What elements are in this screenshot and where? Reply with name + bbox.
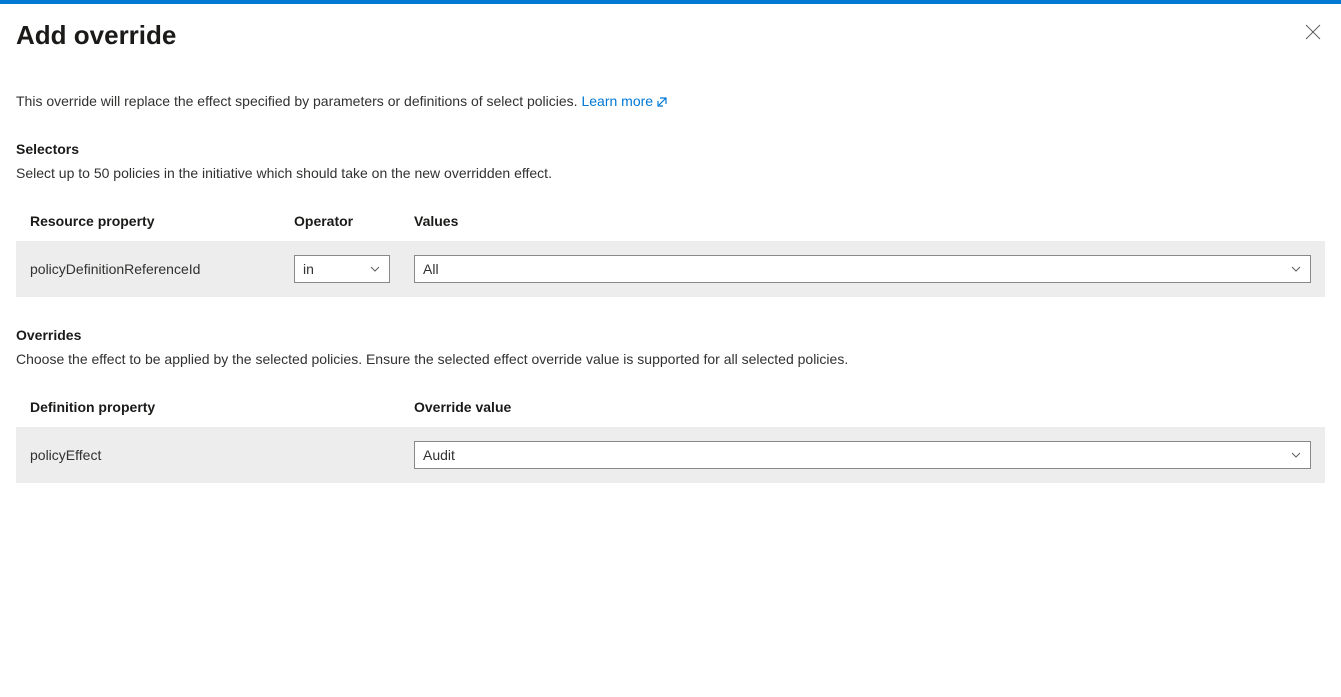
- external-link-icon: [655, 95, 669, 109]
- values-select-value: All: [423, 261, 439, 277]
- operator-select-value: in: [303, 261, 314, 277]
- overrides-table-header: Definition property Override value: [16, 399, 1325, 427]
- close-icon: [1305, 24, 1321, 40]
- selectors-heading: Selectors: [16, 141, 1325, 157]
- definition-property-cell: policyEffect: [30, 447, 414, 463]
- learn-more-link[interactable]: Learn more: [581, 93, 669, 109]
- operator-cell: in: [294, 255, 414, 283]
- overrides-row: policyEffect Audit: [16, 427, 1325, 483]
- override-value-cell: Audit: [414, 441, 1311, 469]
- description-text: This override will replace the effect sp…: [16, 93, 581, 109]
- main-container: Add override This override will replace …: [0, 4, 1341, 483]
- overrides-heading: Overrides: [16, 327, 1325, 343]
- close-button[interactable]: [1301, 20, 1325, 44]
- chevron-down-icon: [1290, 263, 1302, 275]
- col-header-values: Values: [414, 213, 1311, 229]
- operator-select[interactable]: in: [294, 255, 390, 283]
- selectors-table-header: Resource property Operator Values: [16, 213, 1325, 241]
- col-header-resource-property: Resource property: [30, 213, 294, 229]
- overrides-description: Choose the effect to be applied by the s…: [16, 349, 1325, 369]
- chevron-down-icon: [1290, 449, 1302, 461]
- chevron-down-icon: [369, 263, 381, 275]
- col-header-operator: Operator: [294, 213, 414, 229]
- override-description: This override will replace the effect sp…: [16, 91, 1325, 111]
- override-value-select-value: Audit: [423, 447, 455, 463]
- col-header-override-value: Override value: [414, 399, 1311, 415]
- selectors-description: Select up to 50 policies in the initiati…: [16, 163, 1325, 183]
- header-row: Add override: [16, 20, 1325, 51]
- selectors-row: policyDefinitionReferenceId in All: [16, 241, 1325, 297]
- resource-property-cell: policyDefinitionReferenceId: [30, 261, 294, 277]
- values-select[interactable]: All: [414, 255, 1311, 283]
- override-value-select[interactable]: Audit: [414, 441, 1311, 469]
- page-title: Add override: [16, 20, 176, 51]
- values-cell: All: [414, 255, 1311, 283]
- col-header-definition-property: Definition property: [30, 399, 414, 415]
